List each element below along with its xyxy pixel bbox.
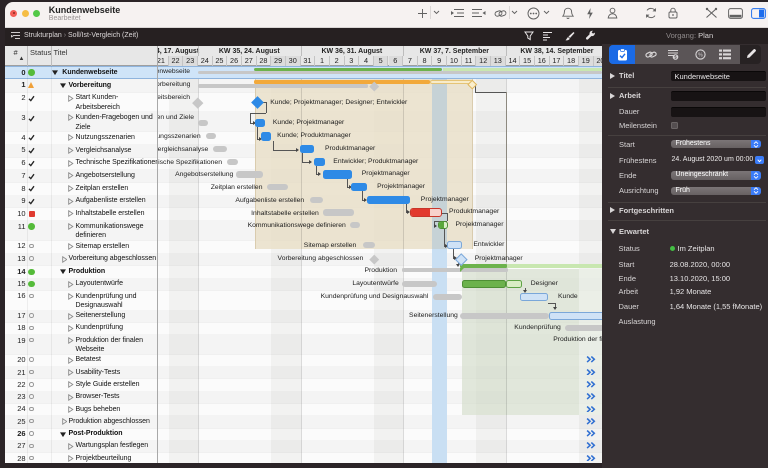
svg-text:%: % — [698, 52, 703, 58]
